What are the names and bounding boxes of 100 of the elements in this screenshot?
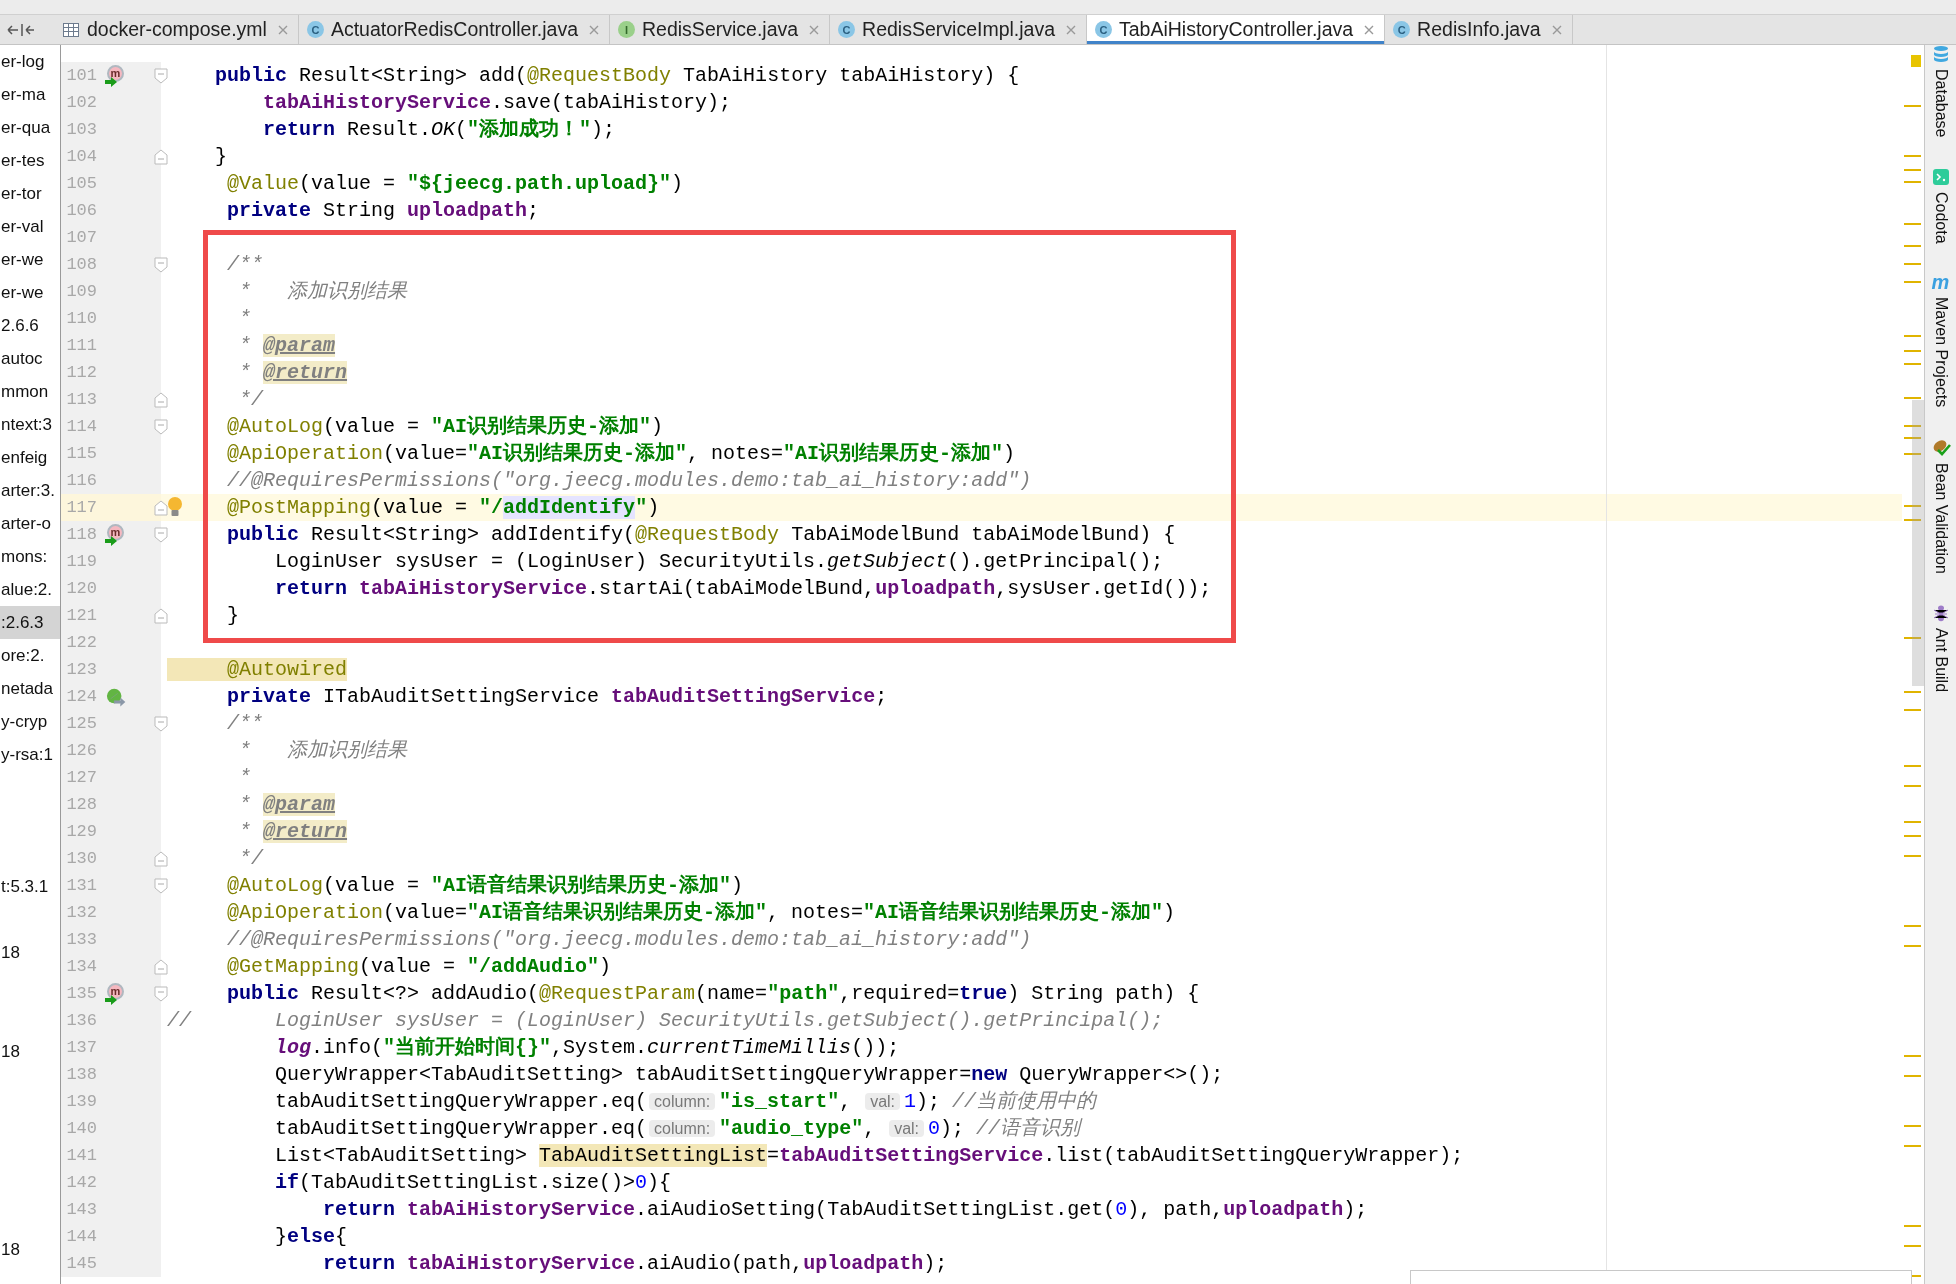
- line-number: 137: [65, 1038, 97, 1057]
- tree-item[interactable]: 2.6.6: [0, 309, 60, 342]
- code-line: @GetMapping(value = "/addAudio"): [226, 954, 612, 980]
- code-line: //@RequiresPermissions("org.jeecg.modules.demo:tab_ai_history:add"): [226, 927, 1032, 953]
- line-number: 128: [65, 795, 97, 814]
- fold-icon[interactable]: [154, 715, 168, 732]
- fold-icon[interactable]: [154, 985, 168, 1002]
- code-line: }else{: [274, 1224, 348, 1250]
- scrollbar-thumb[interactable]: [1912, 400, 1924, 686]
- code-line: * 添加识别结果: [238, 738, 408, 764]
- tree-item[interactable]: arter-o: [0, 507, 60, 540]
- close-icon[interactable]: [277, 24, 288, 35]
- maven-icon: m: [1931, 273, 1950, 292]
- tree-item[interactable]: er-ma: [0, 78, 60, 111]
- fold-icon[interactable]: [154, 256, 168, 273]
- code-line: }: [226, 603, 239, 629]
- line-number: 113: [65, 390, 97, 409]
- tree-item[interactable]: y-cryp: [0, 705, 60, 738]
- line-number: 143: [65, 1200, 97, 1219]
- tool-window-button[interactable]: Codota: [1929, 167, 1952, 244]
- tree-item[interactable]: 18: [0, 1233, 60, 1266]
- tree-item[interactable]: y-rsa:1: [0, 738, 60, 771]
- code-line: */: [238, 387, 263, 413]
- code-line: tabAiHistoryService.save(tabAiHistory);: [262, 90, 732, 116]
- tree-item[interactable]: netada: [0, 672, 60, 705]
- lightbulb-icon[interactable]: [167, 496, 183, 518]
- line-number: 141: [65, 1146, 97, 1165]
- close-icon[interactable]: [1066, 24, 1076, 35]
- tree-item[interactable]: mmon: [0, 375, 60, 408]
- code-line: @AutoLog(value = "AI语音结果识别结果历史-添加"): [226, 872, 744, 899]
- code-line: public Result<String> addIdentify(@RequestBody TabAiModelBund tabAiModelBund) {: [226, 522, 1176, 548]
- line-number: 118: [65, 525, 97, 544]
- tree-item[interactable]: 18: [0, 1035, 60, 1068]
- tree-item[interactable]: :2.6.3: [0, 606, 60, 639]
- code-line: @ApiOperation(value="AI语音结果识别结果历史-添加", notes="AI语音结果识别结果历史-添加"): [226, 899, 1176, 926]
- editor-tab[interactable]: C TabAiHistoryController.java: [1087, 15, 1386, 44]
- line-number: 133: [65, 930, 97, 949]
- tree-item[interactable]: alue:2.: [0, 573, 60, 606]
- line-number: 110: [65, 309, 97, 328]
- line-number: 101: [65, 66, 97, 85]
- line-number: 108: [65, 255, 97, 274]
- tree-item[interactable]: er-we: [0, 243, 60, 276]
- fold-icon[interactable]: [154, 499, 168, 516]
- fold-icon[interactable]: [154, 526, 168, 543]
- tool-window-button[interactable]: Database: [1929, 45, 1952, 138]
- tree-item[interactable]: er-log: [0, 45, 60, 78]
- line-number: 117: [65, 498, 97, 517]
- fold-icon[interactable]: [154, 607, 168, 624]
- line-number: 126: [65, 741, 97, 760]
- tool-window-button[interactable]: m Maven Projects: [1929, 273, 1952, 408]
- line-number: 139: [65, 1092, 97, 1111]
- code-line: /**: [226, 711, 263, 737]
- tree-item[interactable]: er-qua: [0, 111, 60, 144]
- code-line: @ApiOperation(value="AI识别结果历史-添加", notes="AI识别结果历史-添加"): [226, 441, 1016, 467]
- close-icon[interactable]: [589, 24, 599, 35]
- fold-icon[interactable]: [154, 850, 168, 867]
- tree-item[interactable]: arter:3.: [0, 474, 60, 507]
- tree-item[interactable]: t:5.3.1: [0, 870, 60, 903]
- line-number: 125: [65, 714, 97, 733]
- class-icon: C: [1095, 21, 1112, 38]
- tree-item[interactable]: ore:2.: [0, 639, 60, 672]
- fold-icon[interactable]: [154, 958, 168, 975]
- interface-icon: I: [618, 21, 635, 38]
- line-number: 120: [65, 579, 97, 598]
- fold-icon[interactable]: [154, 418, 168, 435]
- line-number: 140: [65, 1119, 97, 1138]
- code-line: return tabAiHistoryService.aiAudio(path,uploadpath);: [322, 1251, 948, 1277]
- fold-icon[interactable]: [154, 877, 168, 894]
- tree-item[interactable]: ntext:3: [0, 408, 60, 441]
- tree-item[interactable]: mons:: [0, 540, 60, 573]
- line-number: 136: [65, 1011, 97, 1030]
- database-icon: [1931, 45, 1950, 63]
- close-icon[interactable]: [1364, 24, 1375, 35]
- tool-window-button[interactable]: Bean Validation: [1928, 437, 1953, 575]
- code-line: @Value(value = "${jeecg.path.upload}"): [226, 171, 684, 197]
- tree-item[interactable]: enfeig: [0, 441, 60, 474]
- line-number: 144: [65, 1227, 97, 1246]
- close-icon[interactable]: [809, 24, 820, 35]
- tree-item[interactable]: er-tor: [0, 177, 60, 210]
- tree-item[interactable]: er-tes: [0, 144, 60, 177]
- fold-icon[interactable]: [154, 67, 168, 84]
- tree-item[interactable]: er-we: [0, 276, 60, 309]
- tool-window-button[interactable]: Ant Build: [1929, 604, 1952, 693]
- code-line: log.info("当前开始时间{}",System.currentTimeMillis());: [274, 1035, 900, 1061]
- tree-item[interactable]: 18: [0, 936, 60, 969]
- code-line: //@RequiresPermissions("org.jeecg.modules.demo:tab_ai_history:add"): [226, 468, 1032, 494]
- fold-icon[interactable]: [154, 391, 168, 408]
- fold-icon[interactable]: [154, 148, 168, 165]
- line-number: 109: [65, 282, 97, 301]
- code-line: QueryWrapper<TabAuditSetting> tabAuditSettingQueryWrapper=new QueryWrapper<>();: [274, 1062, 1224, 1088]
- line-number: 115: [65, 444, 97, 463]
- code-line: tabAuditSettingQueryWrapper.eq( column: "is_start", val: 1); //当前使用中的: [274, 1089, 1097, 1115]
- close-icon[interactable]: [1551, 24, 1562, 35]
- code-line: if(TabAuditSettingList.size()>0){: [274, 1170, 672, 1196]
- line-number: 106: [65, 201, 97, 220]
- tree-item[interactable]: autoc: [0, 342, 60, 375]
- collapse-icon[interactable]: [6, 21, 36, 38]
- line-number: 103: [65, 120, 97, 139]
- tree-item[interactable]: er-val: [0, 210, 60, 243]
- bean-link-icon[interactable]: [105, 686, 127, 707]
